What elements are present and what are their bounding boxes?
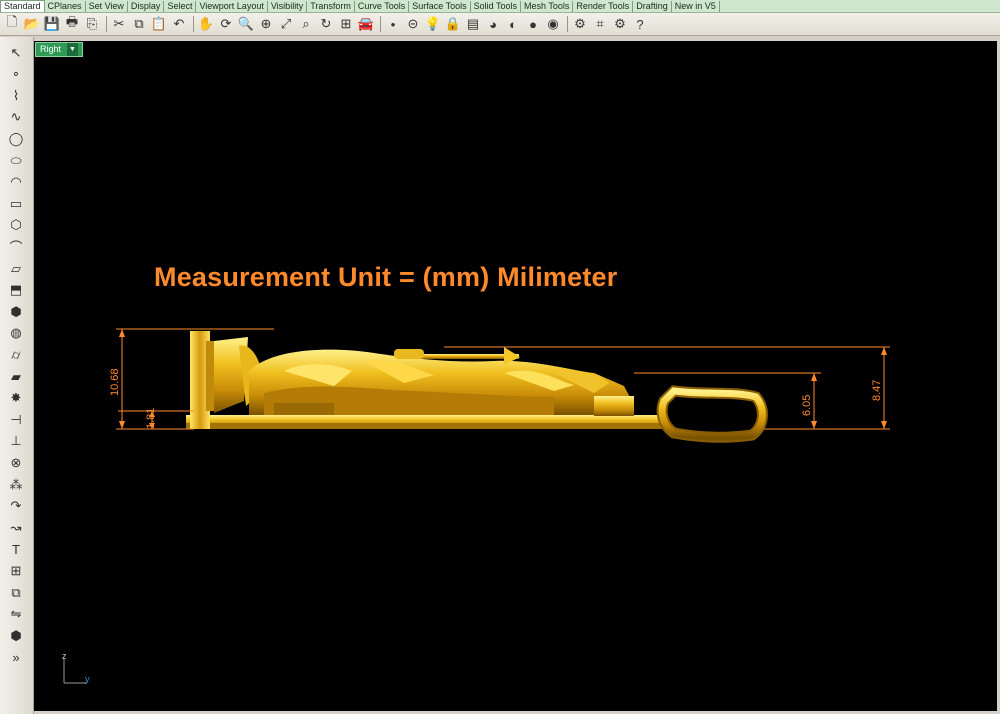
- line-icon[interactable]: ⊝: [404, 15, 422, 33]
- sphere-icon[interactable]: ◍: [5, 324, 27, 343]
- tab-viewport-layout[interactable]: Viewport Layout: [196, 1, 268, 12]
- color-wheel-icon[interactable]: ◕: [484, 15, 502, 33]
- tab-surface-tools[interactable]: Surface Tools: [409, 1, 471, 12]
- rotate-icon[interactable]: ⟳: [217, 15, 235, 33]
- cut-icon[interactable]: ✂: [110, 15, 128, 33]
- point-icon[interactable]: ∘: [5, 65, 27, 84]
- help-icon[interactable]: ?: [631, 15, 649, 33]
- point-icon[interactable]: •: [384, 15, 402, 33]
- text-icon[interactable]: T: [5, 540, 27, 559]
- split-icon[interactable]: ⊥: [5, 432, 27, 451]
- car-icon[interactable]: 🚘: [357, 15, 375, 33]
- open-icon[interactable]: 📂: [23, 15, 41, 33]
- standard-toolbar: 🗋 📂 💾 🖶 ⎘ ✂ ⧉ 📋 ↶ ✋ ⟳ 🔍 ⊕ ⤢ ⌕ ↻ ⊞ 🚘 • ⊝ 💡 🔒 ▤ ◕ ◐ ● ◉ ⚙ ⌗ ⚙?: [0, 13, 1000, 36]
- lightbulb-icon[interactable]: 💡: [424, 15, 442, 33]
- zoom-icon[interactable]: 🔍: [237, 15, 255, 33]
- dimension-base: 1.81: [145, 408, 157, 429]
- select-arrow-icon[interactable]: ↖: [5, 43, 27, 62]
- pendant-base: [186, 415, 666, 429]
- dimension-loop-outer: 8.47: [871, 380, 883, 401]
- tab-transform[interactable]: Transform: [307, 1, 355, 12]
- left-toolbar: ↖ ∘ ⌇ ∿ ◯ ⬭ ◠ ▭ ⬡ ⌒ ▱ ⬒ ⬢ ◍ ⌭ ▰ ✸ ⊣ ⊥ ⊗ ⁂ ↷ ↝ T ⊞ ⧉ ⇋ ⬢ »: [0, 37, 34, 714]
- tab-standard[interactable]: Standard: [0, 0, 45, 12]
- pendant-model-view: 10.68 1.81 6.05 8.47: [109, 328, 890, 443]
- snap-icon[interactable]: ⌗: [591, 15, 609, 33]
- axis-y-label: y: [85, 674, 90, 684]
- viewport-layout-icon[interactable]: ⊞: [337, 15, 355, 33]
- box-icon[interactable]: ⬢: [5, 302, 27, 321]
- cylinder-icon[interactable]: ⌭: [5, 345, 27, 364]
- tab-set-view[interactable]: Set View: [86, 1, 128, 12]
- dimension-loop-inner: 6.05: [801, 395, 813, 416]
- toolbar-separator: [193, 16, 194, 32]
- explode-icon[interactable]: ✸: [5, 389, 27, 408]
- tab-new-in-v5[interactable]: New in V5: [672, 1, 720, 12]
- cage-icon[interactable]: ⬢: [5, 626, 27, 645]
- copy-icon[interactable]: ⧉: [130, 15, 148, 33]
- toolbar-separator: [380, 16, 381, 32]
- layer-icon[interactable]: ▤: [464, 15, 482, 33]
- group-icon[interactable]: ⁂: [5, 475, 27, 494]
- tab-mesh-tools[interactable]: Mesh Tools: [521, 1, 574, 12]
- circle-icon[interactable]: ◯: [5, 129, 27, 148]
- trim-icon[interactable]: ⊣: [5, 410, 27, 429]
- zoom-selected-icon[interactable]: ⌕: [297, 15, 315, 33]
- toolbar-separator: [106, 16, 107, 32]
- tab-visibility[interactable]: Visibility: [268, 1, 308, 12]
- tab-render-tools[interactable]: Render Tools: [573, 1, 634, 12]
- polyline-icon[interactable]: ⌇: [5, 86, 27, 105]
- mirror-icon[interactable]: ⇋: [5, 605, 27, 624]
- zoom-extents-icon[interactable]: ⤢: [277, 15, 295, 33]
- rotate-view-icon[interactable]: ↻: [317, 15, 335, 33]
- paste-icon[interactable]: 📋: [150, 15, 168, 33]
- render-icon[interactable]: ◉: [544, 15, 562, 33]
- pan-icon[interactable]: ✋: [197, 15, 215, 33]
- block-icon[interactable]: ⧉: [5, 583, 27, 602]
- arc-icon[interactable]: ◠: [5, 173, 27, 192]
- tab-select[interactable]: Select: [164, 1, 197, 12]
- polygon-icon[interactable]: ⬡: [5, 216, 27, 235]
- gear-icon[interactable]: ⚙: [611, 15, 629, 33]
- pendant-bail-ring: [656, 385, 768, 443]
- curve-icon[interactable]: ∿: [5, 108, 27, 127]
- print-icon[interactable]: 🖶: [63, 14, 81, 33]
- move-icon[interactable]: ↝: [5, 518, 27, 537]
- plane-icon[interactable]: ▰: [5, 367, 27, 386]
- save-icon[interactable]: 💾: [43, 15, 61, 33]
- tab-drafting[interactable]: Drafting: [633, 1, 672, 12]
- rectangle-icon[interactable]: ▭: [5, 194, 27, 213]
- boolean-icon[interactable]: ⊗: [5, 453, 27, 472]
- import-icon[interactable]: ⎘: [83, 15, 101, 33]
- tab-cplanes[interactable]: CPlanes: [45, 1, 86, 12]
- ellipse-icon[interactable]: ⬭: [5, 151, 27, 170]
- axis-z-label: z: [62, 651, 67, 661]
- fillet-icon[interactable]: ⌒: [5, 237, 27, 256]
- options-icon[interactable]: ⚙: [571, 15, 589, 33]
- undo-icon[interactable]: ↶: [170, 15, 188, 33]
- zoom-window-icon[interactable]: ⊕: [257, 15, 275, 33]
- material-icon[interactable]: ◐: [504, 15, 522, 33]
- tab-display[interactable]: Display: [128, 1, 165, 12]
- more-icon[interactable]: »: [5, 648, 27, 667]
- extrude-icon[interactable]: ⬒: [5, 281, 27, 300]
- surface-icon[interactable]: ▱: [5, 259, 27, 278]
- render-sphere-icon[interactable]: ●: [524, 15, 542, 33]
- rotate-icon[interactable]: ↷: [5, 497, 27, 516]
- array-icon[interactable]: ⊞: [5, 561, 27, 580]
- tab-solid-tools[interactable]: Solid Tools: [471, 1, 521, 12]
- dimension-height-total: 10.68: [109, 368, 121, 396]
- toolbar-separator: [567, 16, 568, 32]
- toolbar-tab-bar: Standard CPlanes Set View Display Select View…: [0, 0, 1000, 13]
- lock-icon[interactable]: 🔒: [444, 15, 462, 33]
- new-icon[interactable]: 🗋: [3, 14, 21, 33]
- pendant-figure: [249, 349, 634, 416]
- right-viewport[interactable]: Right ▼ Measurement Unit = (mm) Milimete…: [34, 41, 997, 711]
- tab-curve-tools[interactable]: Curve Tools: [355, 1, 410, 12]
